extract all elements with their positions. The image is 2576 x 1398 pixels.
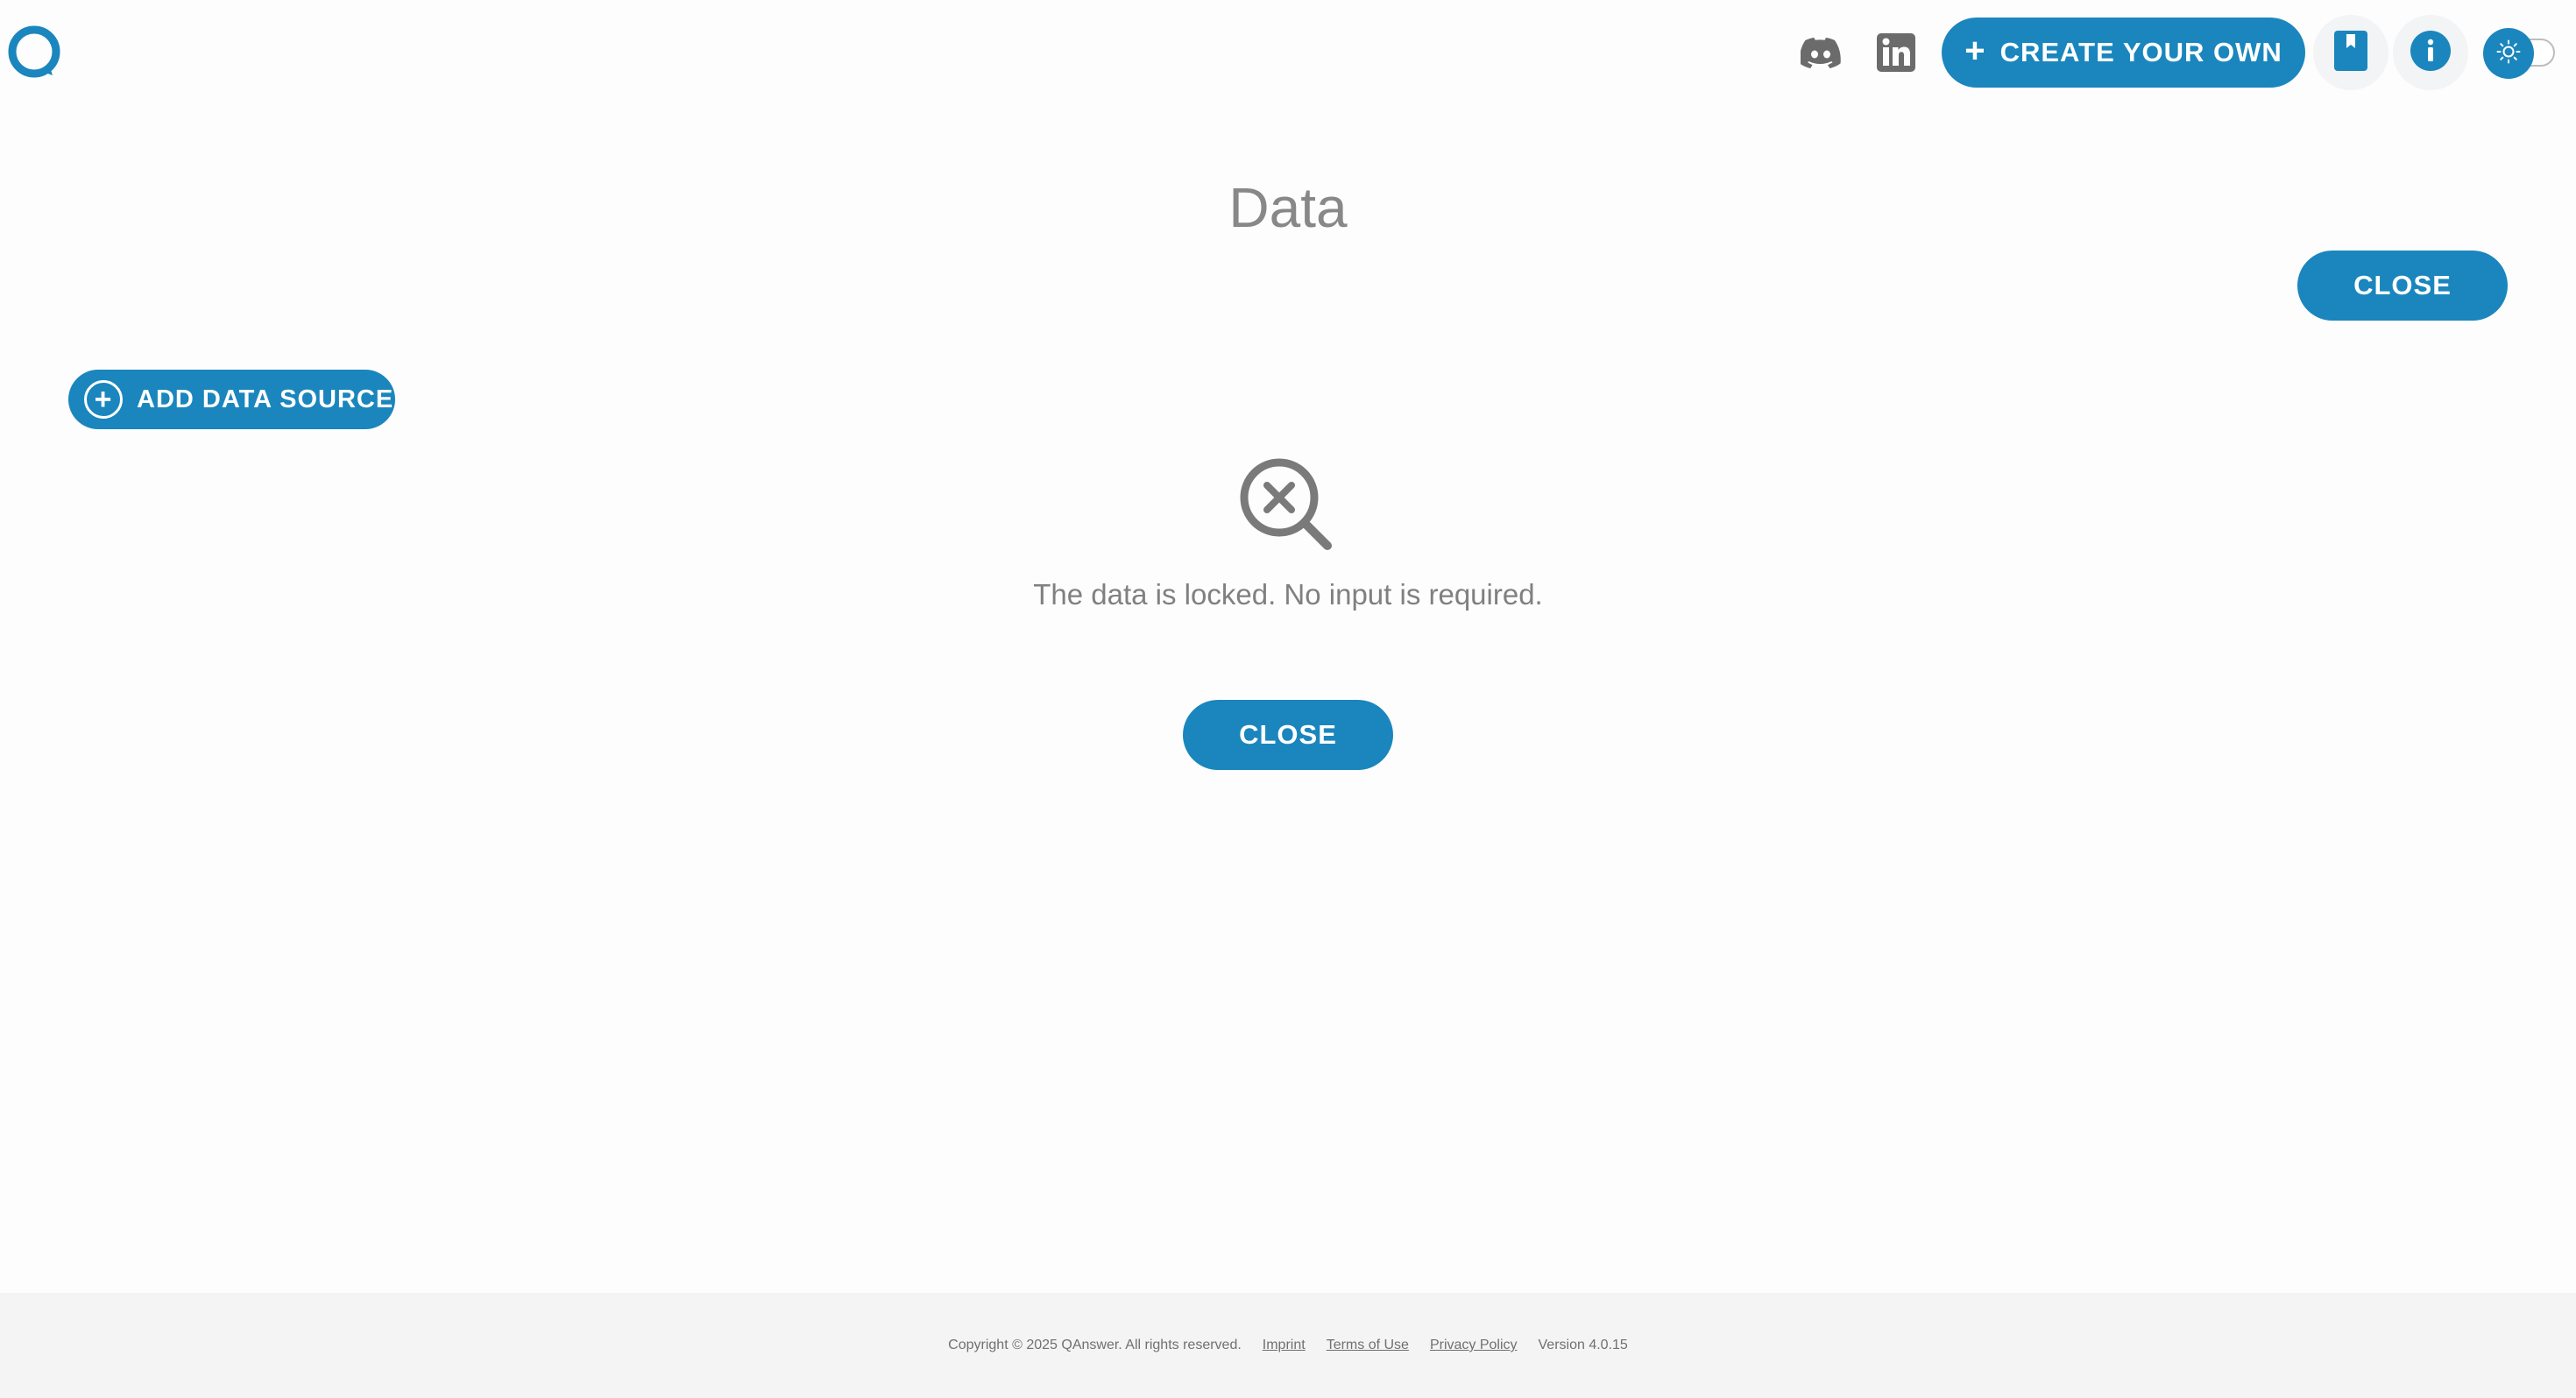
info-button[interactable] <box>2393 15 2468 90</box>
add-data-source-button[interactable]: + ADD DATA SOURCE <box>68 370 395 429</box>
bookmark-button[interactable] <box>2313 15 2388 90</box>
footer-copyright: Copyright © 2025 QAnswer. All rights res… <box>948 1338 1242 1352</box>
bookmark-icon <box>2334 30 2367 75</box>
create-your-own-label: CREATE YOUR OWN <box>1999 37 2282 67</box>
footer: Copyright © 2025 QAnswer. All rights res… <box>0 1293 2576 1398</box>
plus-icon: + <box>1964 32 1986 70</box>
create-your-own-button[interactable]: + CREATE YOUR OWN <box>1942 18 2305 88</box>
linkedin-icon[interactable] <box>1870 26 1922 79</box>
close-button-top[interactable]: CLOSE <box>2297 251 2508 321</box>
page-title: Data <box>1228 176 1348 239</box>
qanswer-logo-icon[interactable] <box>5 25 63 81</box>
empty-state-message: The data is locked. No input is required… <box>1033 578 1543 611</box>
page: + CREATE YOUR OWN Data CLOSE + ADD DATA … <box>0 0 2576 1398</box>
theme-toggle[interactable] <box>2483 26 2558 79</box>
footer-version: Version 4.0.15 <box>1538 1338 1628 1352</box>
close-button-center[interactable]: CLOSE <box>1183 700 1393 770</box>
info-icon <box>2410 30 2451 75</box>
theme-toggle-knob <box>2483 28 2534 79</box>
search-off-icon <box>1237 455 1334 552</box>
add-data-source-label: ADD DATA SOURCE <box>137 385 394 413</box>
footer-terms-link[interactable]: Terms of Use <box>1327 1338 1409 1353</box>
add-circle-icon: + <box>84 380 123 419</box>
footer-privacy-link[interactable]: Privacy Policy <box>1430 1338 1518 1353</box>
discord-icon[interactable] <box>1794 26 1847 79</box>
sun-icon <box>2496 39 2521 68</box>
footer-imprint-link[interactable]: Imprint <box>1263 1338 1306 1353</box>
